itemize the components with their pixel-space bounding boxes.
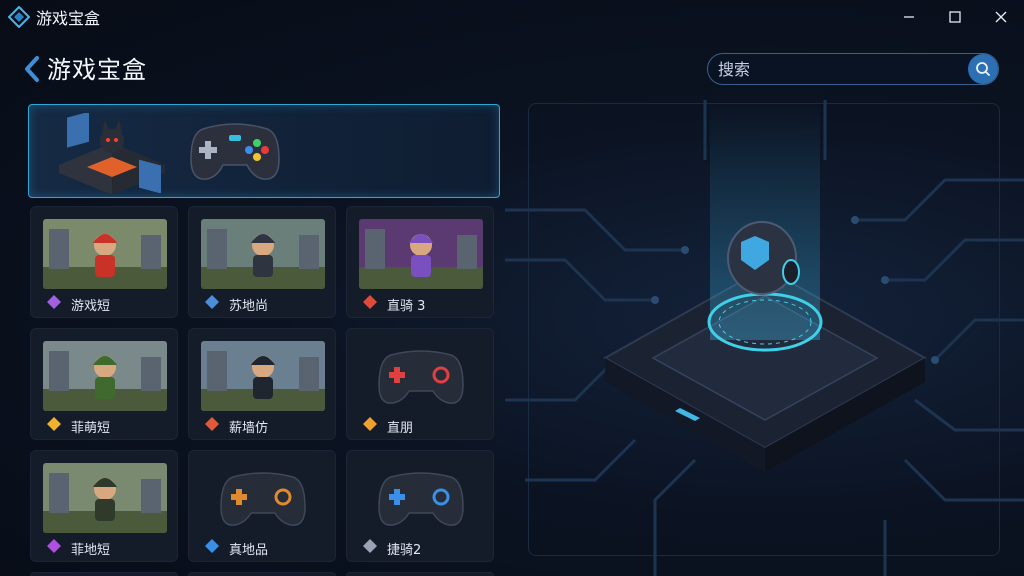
window-controls [886,0,1024,34]
game-tile[interactable]: 苏地尚 [188,206,336,318]
close-button[interactable] [978,0,1024,34]
game-thumbnail [201,219,325,289]
game-thumbnail [201,463,325,533]
search-button[interactable] [968,54,998,84]
search-icon [976,62,990,76]
game-tile[interactable]: 薪墙仿 [188,328,336,440]
page-title: 游戏宝盒 [47,56,147,84]
game-label: 菲萌短 [71,421,111,436]
game-label: 游戏短 [71,299,111,314]
gamepad-art [190,123,280,180]
search-bar [707,53,999,85]
title-bar: 游戏宝盒 [0,0,1024,34]
game-label: 直朋 [387,421,414,436]
app-title: 游戏宝盒 [36,9,101,28]
flower-icon [46,294,62,310]
game-thumbnail [359,463,483,533]
minimize-button[interactable] [886,0,932,34]
game-label: 直骑 3 [387,299,426,314]
game-label: 薪墙仿 [229,421,269,436]
game-label: 菲地短 [71,543,111,558]
game-label: 真地品 [229,543,269,558]
maximize-button[interactable] [932,0,978,34]
cube-icon [46,416,62,432]
stack-icon [46,538,62,554]
close-icon [995,11,1007,23]
flame-icon [204,538,220,554]
shield-icon [204,294,220,310]
game-thumbnail [201,341,325,411]
game-tile[interactable]: 直骑 3 [346,206,494,318]
featured-banner[interactable] [28,104,500,198]
cross-swords-icon [362,416,378,432]
game-tile[interactable]: 真地品 [188,450,336,562]
maximize-icon [949,11,961,23]
game-thumbnail [43,341,167,411]
game-label: 苏地尚 [229,299,269,314]
robot-icon [204,416,220,432]
game-thumbnail [43,219,167,289]
game-tile[interactable]: 菲萌短 [30,328,178,440]
minimize-icon [904,16,914,18]
game-tile[interactable]: 游戏短 [30,206,178,318]
fortress-art [59,113,165,193]
game-tile-partial[interactable] [346,572,494,576]
game-tile[interactable]: 直朋 [346,328,494,440]
game-tile[interactable]: 捷骑2 [346,450,494,562]
game-label: 捷骑2 [387,543,422,558]
game-thumbnail [359,341,483,411]
game-tile-partial[interactable] [30,572,178,576]
search-input[interactable] [718,59,968,79]
game-thumbnail [43,463,167,533]
heart-icon [362,294,378,310]
app-logo-icon [8,6,30,28]
back-arrow-icon[interactable] [22,54,42,84]
game-tile-partial[interactable] [188,572,336,576]
plus-icon [362,538,378,554]
game-thumbnail [359,219,483,289]
game-tile[interactable]: 菲地短 [30,450,178,562]
circuit-chip-illustration [505,100,1024,576]
